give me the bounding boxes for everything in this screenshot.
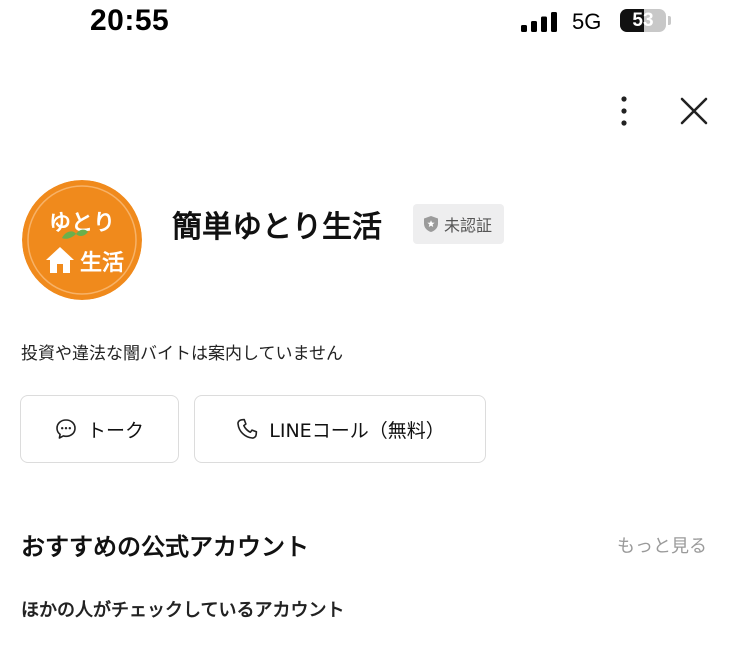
signal-strength-icon xyxy=(521,12,557,32)
battery-percentage: 53 xyxy=(632,10,654,31)
line-call-button[interactable]: LINEコール（無料） xyxy=(194,395,486,463)
talk-button-label: トーク xyxy=(86,419,144,442)
network-type: 5G xyxy=(572,9,602,34)
badge-label: 未認証 xyxy=(444,216,493,235)
talk-button[interactable]: トーク xyxy=(20,395,179,463)
battery-icon: 53 xyxy=(620,9,666,32)
battery-cap xyxy=(668,16,671,25)
phone-icon xyxy=(237,418,258,439)
vertical-ellipsis-icon[interactable] xyxy=(610,92,638,130)
unverified-badge[interactable]: 未認証 xyxy=(413,204,505,244)
see-more-link[interactable]: もっと見る xyxy=(617,532,707,558)
recommended-accounts-title: おすすめの公式アカウント xyxy=(21,533,309,561)
avatar-logo: ゆとり 生活 xyxy=(22,180,142,300)
profile-name: 簡単ゆとり生活 xyxy=(172,210,382,245)
shield-icon xyxy=(424,216,438,232)
close-icon[interactable] xyxy=(676,93,712,129)
chat-bubble-icon xyxy=(56,419,76,439)
avatar[interactable]: ゆとり 生活 xyxy=(22,180,142,300)
status-time: 20:55 xyxy=(90,4,170,37)
recommended-accounts-subtitle: ほかの人がチェックしているアカウント xyxy=(21,600,345,621)
avatar-text-line2: 生活 xyxy=(80,251,124,276)
profile-description: 投資や違法な闇バイトは案内していません xyxy=(21,344,343,364)
line-call-button-label: LINEコール（無料） xyxy=(269,419,445,442)
